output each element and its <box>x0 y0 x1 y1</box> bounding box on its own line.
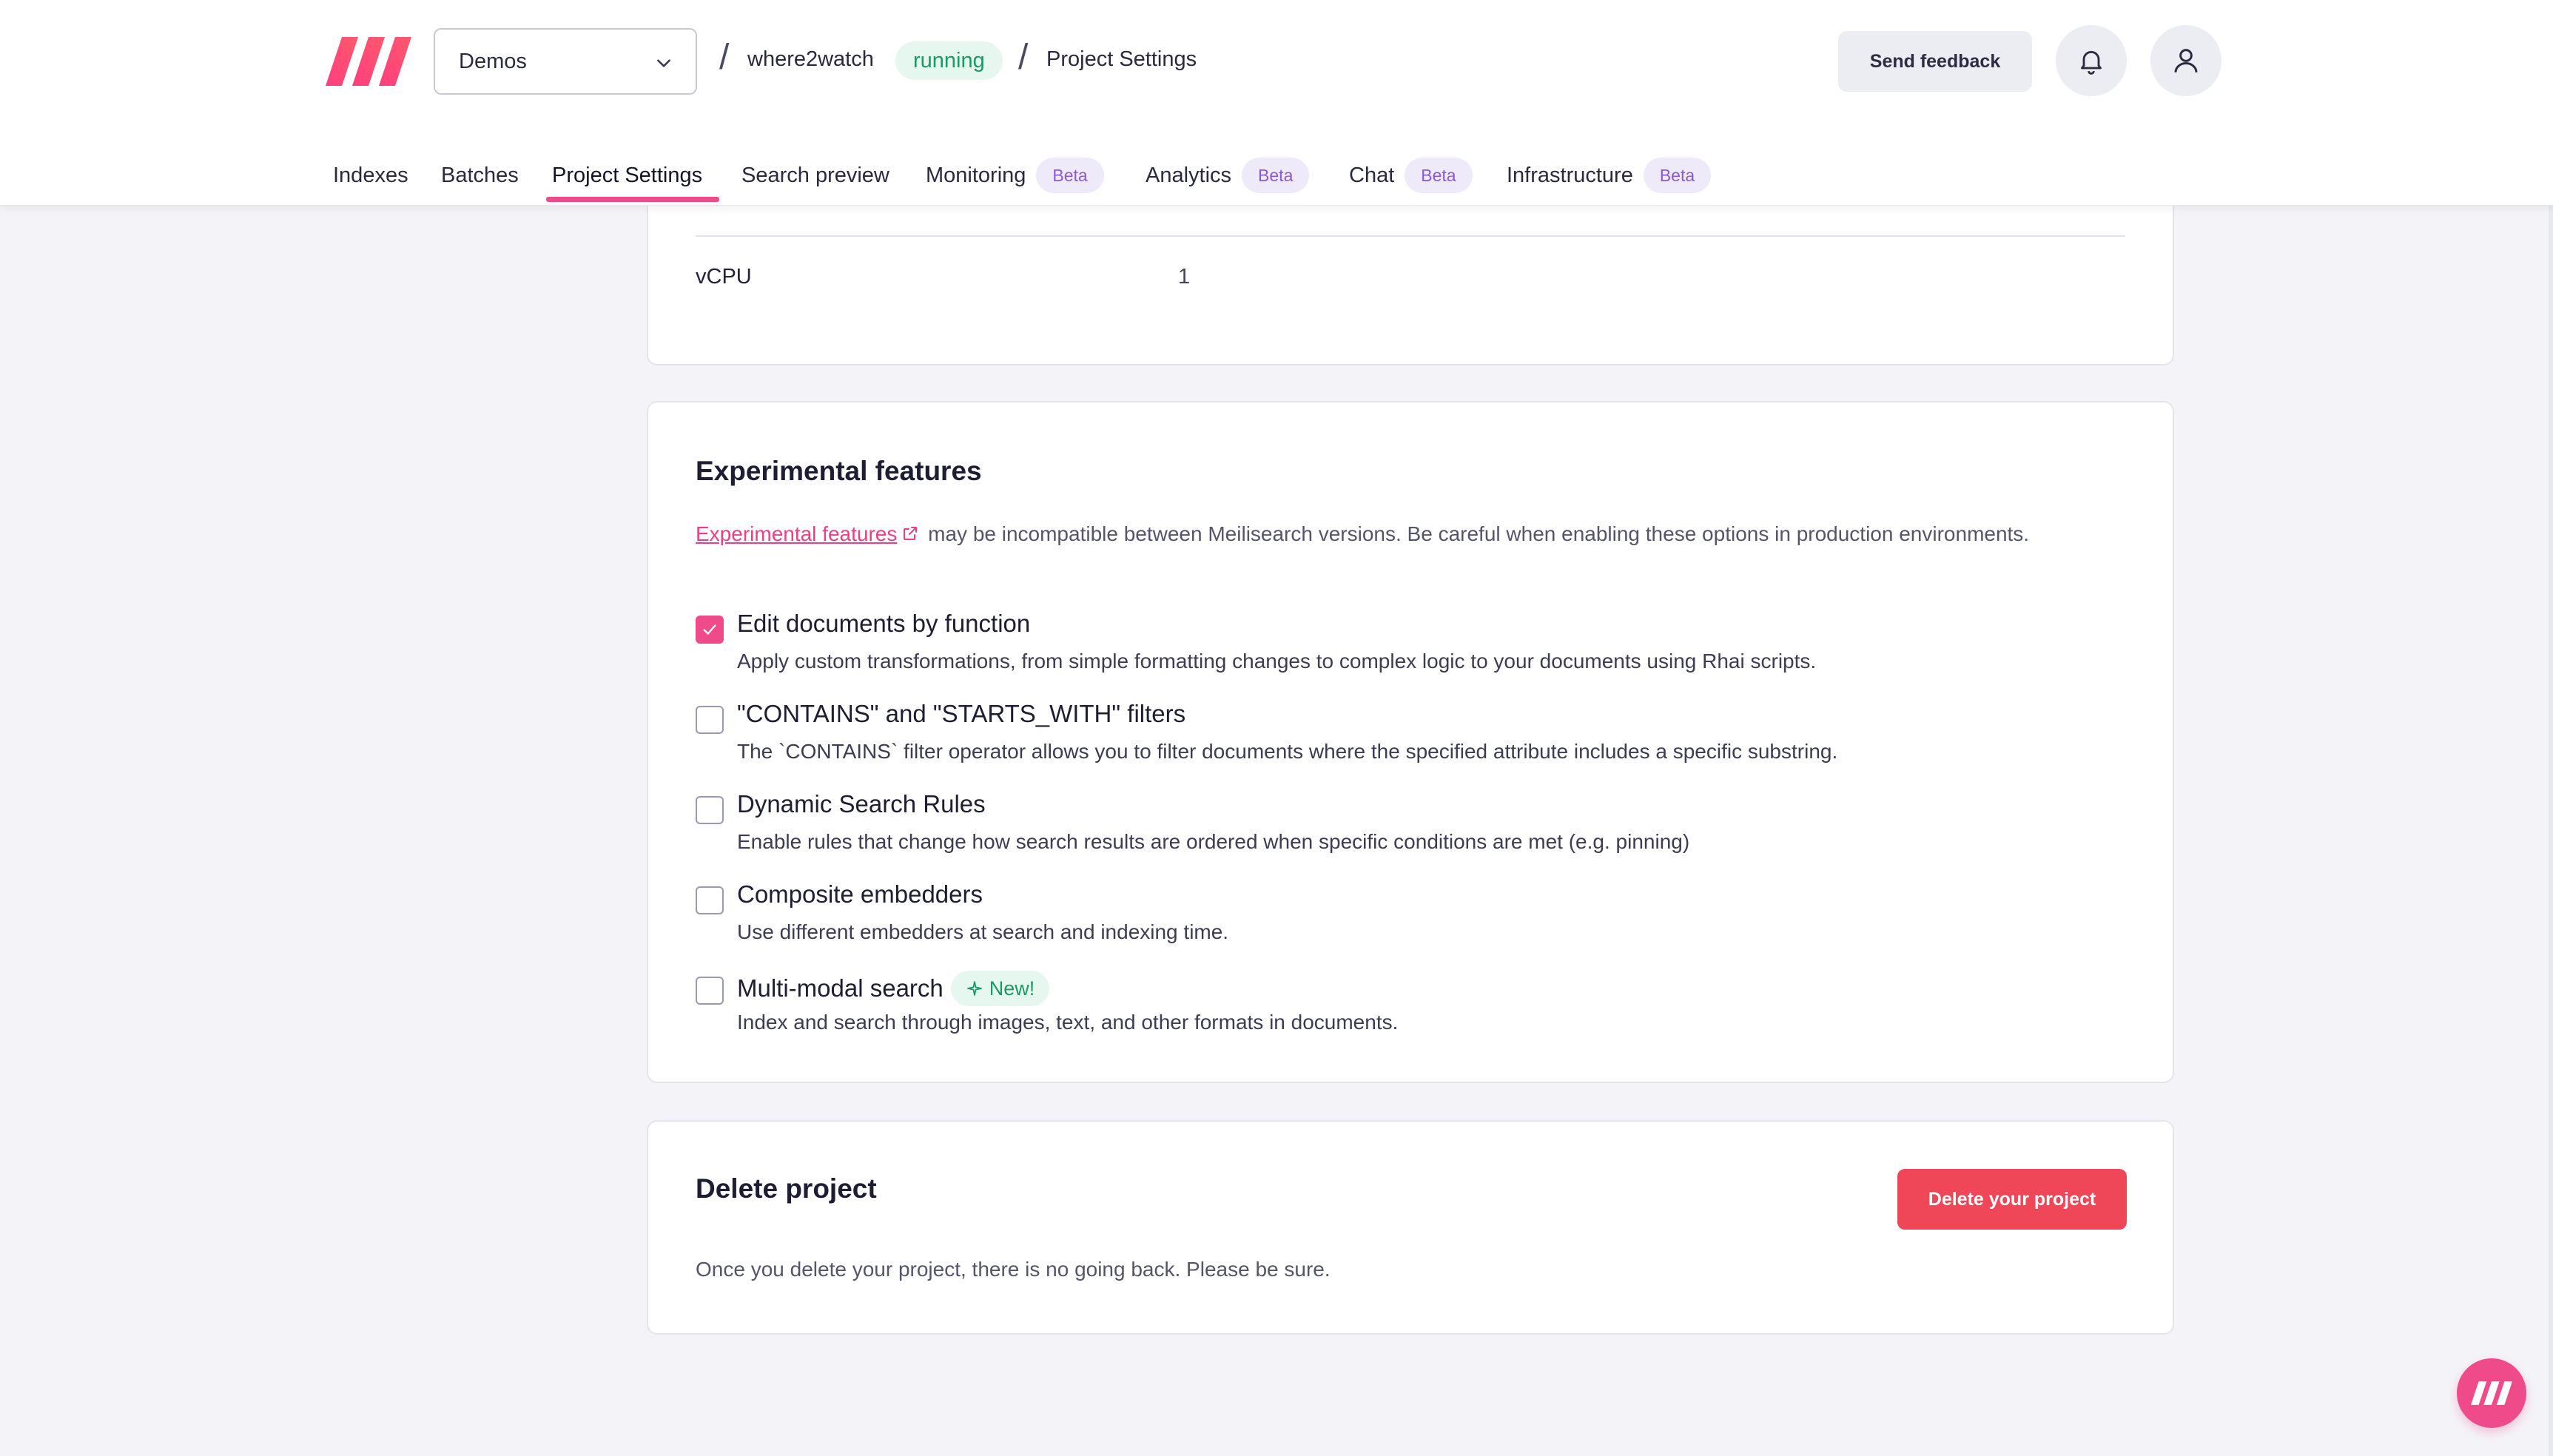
tab-indexes[interactable]: Indexes <box>333 157 408 194</box>
feature-multimodal-search: Multi-modal search New! Index and search… <box>696 968 2102 1049</box>
meilisearch-logo-icon <box>2471 1381 2512 1405</box>
experimental-features-link[interactable]: Experimental features <box>696 522 897 545</box>
user-icon <box>2174 49 2198 73</box>
feature-title: "CONTAINS" and "STARTS_WITH" filters <box>737 700 1186 727</box>
tab-batches[interactable]: Batches <box>441 157 519 194</box>
feature-checkbox[interactable] <box>696 616 724 644</box>
feature-dynamic-search-rules: Dynamic Search Rules Enable rules that c… <box>696 787 2102 869</box>
feature-title: Multi-modal search New! <box>737 971 1050 1006</box>
meilisearch-logo[interactable] <box>326 37 411 86</box>
status-badge: running <box>895 41 1003 80</box>
section-title: Delete project <box>696 1173 877 1204</box>
beta-badge: Beta <box>1242 158 1310 193</box>
top-header: Demos / where2watch running / Project Se… <box>0 0 2553 206</box>
experimental-intro: Experimental features may be incompatibl… <box>696 516 2102 552</box>
feature-contains-filters: "CONTAINS" and "STARTS_WITH" filters The… <box>696 697 2102 778</box>
feature-description: The `CONTAINS` filter operator allows yo… <box>737 740 1838 763</box>
delete-project-card: Delete project Delete your project Once … <box>647 1120 2174 1335</box>
scrollbar-track[interactable] <box>2549 0 2553 1456</box>
section-title: Experimental features <box>696 456 982 486</box>
nav-tabs: Indexes Batches Project Settings Search … <box>0 148 2553 206</box>
feature-checkbox[interactable] <box>696 977 724 1005</box>
feature-description: Use different embedders at search and in… <box>737 920 1229 943</box>
feature-title: Dynamic Search Rules <box>737 790 986 818</box>
feature-composite-embedders: Composite embedders Use different embedd… <box>696 877 2102 959</box>
tab-project-settings[interactable]: Project Settings <box>552 157 702 194</box>
tab-analytics[interactable]: Analytics Beta <box>1146 157 1310 194</box>
feature-checkbox[interactable] <box>696 706 724 734</box>
delete-project-button[interactable]: Delete your project <box>1897 1169 2127 1230</box>
send-feedback-button[interactable]: Send feedback <box>1838 31 2032 92</box>
beta-badge: Beta <box>1036 158 1104 193</box>
breadcrumb-separator: / <box>719 38 730 77</box>
beta-badge: Beta <box>1643 158 1712 193</box>
experimental-features-card: Experimental features Experimental featu… <box>647 401 2174 1083</box>
vcpu-label: vCPU <box>696 265 752 289</box>
feature-description: Apply custom transformations, from simpl… <box>737 650 1817 673</box>
chevron-down-icon <box>657 59 670 67</box>
feature-title: Edit documents by function <box>737 610 1031 637</box>
active-tab-indicator <box>546 197 719 202</box>
feature-edit-documents: Edit documents by function Apply custom … <box>696 607 2102 688</box>
external-link-icon <box>904 527 918 540</box>
breadcrumb-separator: / <box>1018 38 1029 77</box>
notifications-button[interactable] <box>2056 25 2127 96</box>
feature-checkbox[interactable] <box>696 886 724 914</box>
beta-badge: Beta <box>1405 158 1473 193</box>
feature-description: Enable rules that change how search resu… <box>737 830 1690 853</box>
row-divider <box>696 235 2125 237</box>
check-icon <box>703 624 716 635</box>
feature-title: Composite embedders <box>737 880 983 908</box>
tab-infrastructure[interactable]: Infrastructure Beta <box>1507 157 1712 194</box>
project-select-value: Demos <box>459 49 527 73</box>
project-select[interactable]: Demos <box>434 28 697 95</box>
feature-description: Index and search through images, text, a… <box>737 1011 1399 1034</box>
new-badge: New! <box>950 971 1050 1006</box>
delete-project-description: Once you delete your project, there is n… <box>696 1258 1331 1281</box>
sparkle-icon <box>966 981 982 996</box>
breadcrumb-project[interactable]: where2watch <box>747 47 874 72</box>
help-chat-button[interactable] <box>2457 1358 2526 1428</box>
bell-icon <box>2081 50 2102 75</box>
breadcrumb-page: Project Settings <box>1046 47 1197 71</box>
tab-search-preview[interactable]: Search preview <box>741 157 889 194</box>
user-avatar-button[interactable] <box>2150 25 2221 96</box>
tab-chat[interactable]: Chat Beta <box>1349 157 1473 194</box>
tab-monitoring[interactable]: Monitoring Beta <box>926 157 1104 194</box>
feature-checkbox[interactable] <box>696 796 724 824</box>
experimental-intro-text: may be incompatible between Meilisearch … <box>922 522 2030 545</box>
vcpu-value: 1 <box>1178 265 1191 289</box>
